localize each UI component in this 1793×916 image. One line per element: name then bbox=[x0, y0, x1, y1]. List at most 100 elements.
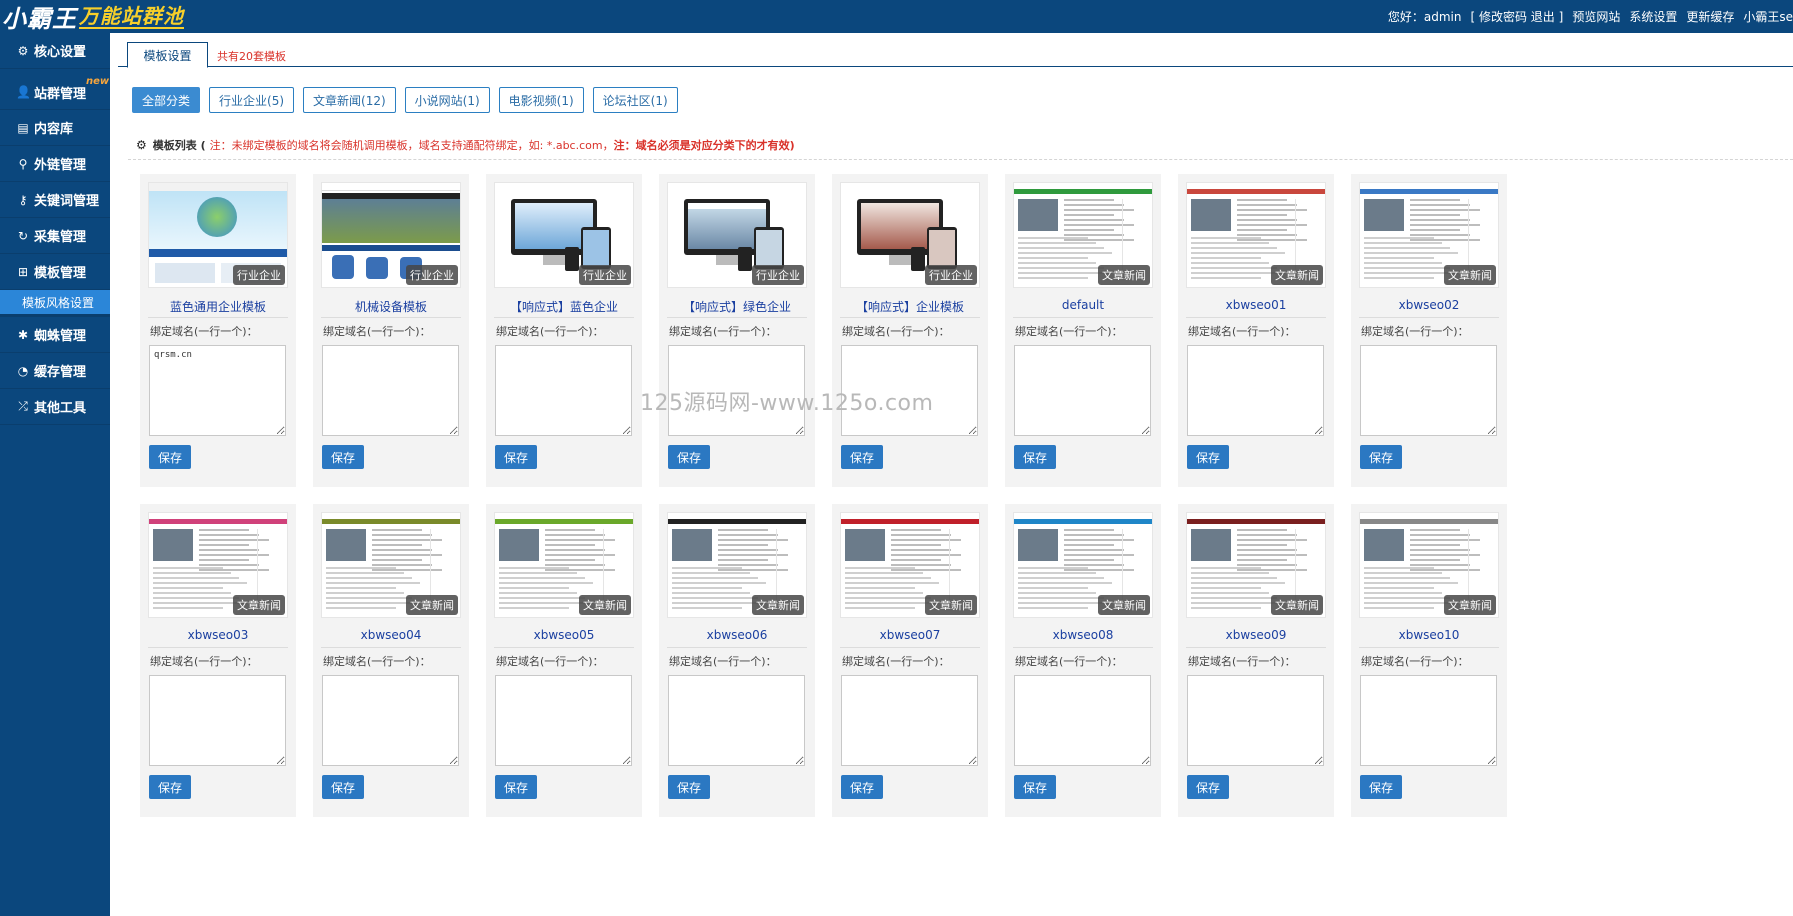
template-name[interactable]: xbwseo06 bbox=[659, 628, 815, 642]
template-thumbnail[interactable]: 行业企业 bbox=[148, 182, 288, 288]
bind-domain-input[interactable]: qrsm.cn bbox=[149, 345, 286, 436]
template-card: 文章新闻 xbwseo08 绑定域名(一行一个)： 保存 bbox=[1005, 504, 1161, 817]
sidebar-subitem-template-style[interactable]: 模板风格设置 bbox=[0, 290, 110, 314]
template-name[interactable]: 【响应式】蓝色企业 bbox=[486, 298, 642, 315]
bind-domain-input[interactable] bbox=[668, 675, 805, 766]
template-name[interactable]: 蓝色通用企业模板 bbox=[140, 298, 296, 315]
save-button[interactable]: 保存 bbox=[1014, 775, 1056, 799]
template-thumbnail[interactable]: 文章新闻 bbox=[148, 512, 288, 618]
template-thumbnail[interactable]: 文章新闻 bbox=[667, 512, 807, 618]
bind-domain-input[interactable] bbox=[1014, 675, 1151, 766]
save-button[interactable]: 保存 bbox=[495, 775, 537, 799]
sidebar-item-keywords[interactable]: ⚷ 关键词管理 bbox=[0, 182, 110, 218]
sidebar-item-label: 模板管理 bbox=[34, 266, 87, 281]
save-button[interactable]: 保存 bbox=[322, 775, 364, 799]
template-thumbnail[interactable]: 文章新闻 bbox=[1013, 512, 1153, 618]
watermark-text: 125源码网-www.125o.com bbox=[640, 391, 934, 416]
template-name[interactable]: xbwseo01 bbox=[1178, 298, 1334, 312]
save-button[interactable]: 保存 bbox=[322, 445, 364, 469]
bind-domain-input[interactable] bbox=[149, 675, 286, 766]
bind-domain-input[interactable] bbox=[841, 675, 978, 766]
bind-domain-input[interactable] bbox=[495, 345, 632, 436]
sidebar-item-spiders[interactable]: ✱ 蜘蛛管理 bbox=[0, 317, 110, 353]
filter-video[interactable]: 电影视频(1) bbox=[498, 87, 584, 113]
template-name[interactable]: xbwseo04 bbox=[313, 628, 469, 642]
template-thumbnail[interactable]: 文章新闻 bbox=[321, 512, 461, 618]
template-thumbnail[interactable]: 文章新闻 bbox=[1359, 512, 1499, 618]
greeting-text: 您好：admin bbox=[1387, 10, 1462, 24]
bind-domain-input[interactable] bbox=[1014, 345, 1151, 436]
account-links[interactable]: [ 修改密码 退出 ] bbox=[1471, 8, 1564, 25]
category-tag: 文章新闻 bbox=[1444, 595, 1496, 615]
template-name[interactable]: xbwseo09 bbox=[1178, 628, 1334, 642]
sidebar-item-collection[interactable]: ↻ 采集管理 bbox=[0, 218, 110, 254]
sidebar-item-cache[interactable]: ◔ 缓存管理 bbox=[0, 353, 110, 389]
template-thumbnail[interactable]: 文章新闻 bbox=[1186, 182, 1326, 288]
template-card: 文章新闻 xbwseo05 绑定域名(一行一个)： 保存 bbox=[486, 504, 642, 817]
filter-industry[interactable]: 行业企业(5) bbox=[209, 87, 295, 113]
filter-all[interactable]: 全部分类 bbox=[132, 87, 201, 113]
logo-sub-text: 万能站群池 bbox=[79, 3, 184, 29]
bind-domain-input[interactable] bbox=[1187, 345, 1324, 436]
app-logo: 小霸王 万能站群池 bbox=[0, 0, 184, 33]
template-name[interactable]: xbwseo05 bbox=[486, 628, 642, 642]
sidebar-item-other-tools[interactable]: ⤮ 其他工具 bbox=[0, 389, 110, 425]
save-button[interactable]: 保存 bbox=[149, 775, 191, 799]
template-thumbnail[interactable]: 行业企业 bbox=[840, 182, 980, 288]
template-thumbnail[interactable]: 文章新闻 bbox=[494, 512, 634, 618]
bind-domain-input[interactable] bbox=[322, 675, 459, 766]
bind-domain-input[interactable] bbox=[322, 345, 459, 436]
template-thumbnail[interactable]: 行业企业 bbox=[667, 182, 807, 288]
filter-novel[interactable]: 小说网站(1) bbox=[404, 87, 490, 113]
bind-domain-input[interactable] bbox=[495, 675, 632, 766]
save-button[interactable]: 保存 bbox=[841, 445, 883, 469]
template-name[interactable]: 机械设备模板 bbox=[313, 298, 469, 315]
sidebar-item-content-library[interactable]: ▤ 内容库 bbox=[0, 110, 110, 146]
card-divider bbox=[1013, 317, 1153, 318]
filter-forum[interactable]: 论坛社区(1) bbox=[592, 87, 678, 113]
template-name[interactable]: xbwseo08 bbox=[1005, 628, 1161, 642]
sidebar-item-core-settings[interactable]: ⚙ 核心设置 bbox=[0, 33, 110, 69]
save-button[interactable]: 保存 bbox=[1014, 445, 1056, 469]
template-name[interactable]: 【响应式】绿色企业 bbox=[659, 298, 815, 315]
template-thumbnail[interactable]: 文章新闻 bbox=[1186, 512, 1326, 618]
template-card: 行业企业 【响应式】绿色企业 绑定域名(一行一个)： 保存 bbox=[659, 174, 815, 487]
system-settings-link[interactable]: 系统设置 bbox=[1629, 8, 1677, 25]
template-thumbnail[interactable]: 行业企业 bbox=[494, 182, 634, 288]
save-button[interactable]: 保存 bbox=[1187, 445, 1229, 469]
template-card: 文章新闻 xbwseo01 绑定域名(一行一个)： 保存 bbox=[1178, 174, 1334, 487]
template-name[interactable]: 【响应式】企业模板 bbox=[832, 298, 988, 315]
template-thumbnail[interactable]: 行业企业 bbox=[321, 182, 461, 288]
bind-domain-input[interactable] bbox=[1187, 675, 1324, 766]
save-button[interactable]: 保存 bbox=[841, 775, 883, 799]
bind-domain-label: 绑定域名(一行一个)： bbox=[1188, 655, 1296, 668]
template-name[interactable]: xbwseo07 bbox=[832, 628, 988, 642]
bind-domain-input[interactable] bbox=[1360, 675, 1497, 766]
save-button[interactable]: 保存 bbox=[668, 775, 710, 799]
save-button[interactable]: 保存 bbox=[668, 445, 710, 469]
save-button[interactable]: 保存 bbox=[149, 445, 191, 469]
template-thumbnail[interactable]: 文章新闻 bbox=[1359, 182, 1499, 288]
seo-link[interactable]: 小霸王se bbox=[1743, 8, 1793, 25]
template-name[interactable]: default bbox=[1005, 298, 1161, 312]
update-cache-link[interactable]: 更新缓存 bbox=[1686, 8, 1734, 25]
tab-template-settings[interactable]: 模板设置 bbox=[127, 42, 208, 68]
template-thumbnail[interactable]: 文章新闻 bbox=[840, 512, 980, 618]
save-button[interactable]: 保存 bbox=[495, 445, 537, 469]
category-tag: 行业企业 bbox=[579, 265, 631, 285]
filter-news[interactable]: 文章新闻(12) bbox=[303, 87, 396, 113]
save-button[interactable]: 保存 bbox=[1360, 445, 1402, 469]
save-button[interactable]: 保存 bbox=[1187, 775, 1229, 799]
template-name[interactable]: xbwseo02 bbox=[1351, 298, 1507, 312]
bind-domain-input[interactable] bbox=[1360, 345, 1497, 436]
top-bar: 小霸王 万能站群池 您好：admin [ 修改密码 退出 ] 预览网站 系统设置… bbox=[0, 0, 1793, 33]
sidebar-item-templates[interactable]: ⊞ 模板管理 bbox=[0, 254, 110, 290]
sidebar-item-outlinks[interactable]: ⚲ 外链管理 bbox=[0, 146, 110, 182]
preview-site-link[interactable]: 预览网站 bbox=[1572, 8, 1620, 25]
card-divider bbox=[1359, 317, 1499, 318]
save-button[interactable]: 保存 bbox=[1360, 775, 1402, 799]
template-thumbnail[interactable]: 文章新闻 bbox=[1013, 182, 1153, 288]
sidebar-item-site-group[interactable]: new 👤 站群管理 bbox=[0, 69, 110, 110]
template-name[interactable]: xbwseo03 bbox=[140, 628, 296, 642]
template-name[interactable]: xbwseo10 bbox=[1351, 628, 1507, 642]
